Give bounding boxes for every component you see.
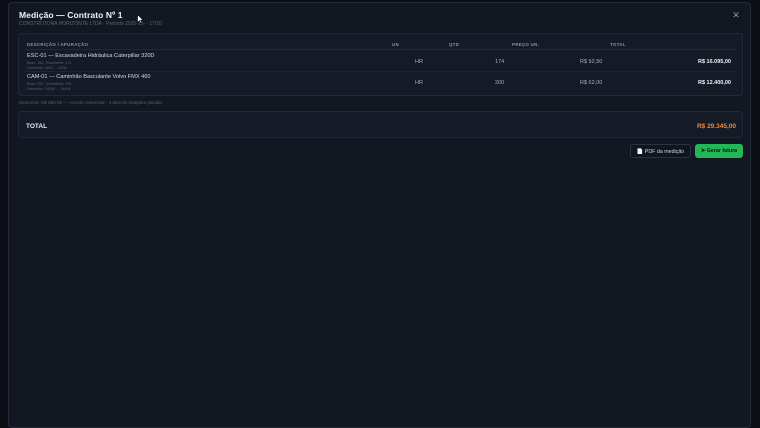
mouse-cursor-icon	[137, 14, 144, 24]
item-unit-price: R$ 92,50	[580, 59, 603, 65]
item-meta: Horímetro: 34208 → 34408	[27, 86, 71, 91]
discount-note: Desconto: R$ 850,00 — Acordo comercial -…	[19, 100, 162, 105]
col-header-total: TOTAL	[610, 42, 626, 47]
item-qty: 200	[495, 80, 505, 86]
col-header-qty: QTD	[449, 42, 460, 47]
modal-title: Medição — Contrato Nº 1	[19, 10, 123, 20]
item-name: CAM-01 — Caminhão Basculante Volvo FMX 4…	[27, 74, 151, 80]
total-summary: TOTAL R$ 29.345,00	[18, 111, 743, 138]
col-header-unit-price: PREÇO UN.	[512, 42, 540, 47]
item-total: R$ 16.095,00	[697, 59, 731, 65]
item-qty: 174	[495, 59, 505, 65]
item-unit: HR	[415, 80, 423, 86]
total-label: TOTAL	[26, 123, 48, 130]
pdf-button[interactable]: 📄 PDF da medição	[630, 144, 691, 158]
item-meta: Base: 164 · Excedente: 174	[27, 61, 72, 65]
table-row: ESC-01 — Escavadeira Hidráulica Caterpil…	[19, 51, 742, 72]
header-divider	[25, 49, 736, 50]
item-meta: Base: 200 · Excedente: 200	[27, 82, 72, 86]
total-value: R$ 29.345,00	[696, 123, 736, 130]
close-icon[interactable]: ✕	[731, 10, 741, 20]
col-header-unit: UN	[392, 42, 399, 47]
item-unit: HR	[415, 59, 423, 65]
items-table: DESCRIÇÃO / APURAÇÃO UN QTD PREÇO UN. TO…	[18, 33, 743, 96]
item-meta: Horímetro: 4832 → 5006	[27, 65, 67, 70]
item-total: R$ 12.400,00	[697, 80, 731, 86]
item-unit-price: R$ 62,00	[580, 80, 603, 86]
col-header-description: DESCRIÇÃO / APURAÇÃO	[27, 42, 89, 47]
table-row: CAM-01 — Caminhão Basculante Volvo FMX 4…	[19, 72, 742, 93]
generate-invoice-button[interactable]: ➤ Gerar fatura	[695, 144, 743, 158]
item-name: ESC-01 — Escavadeira Hidráulica Caterpil…	[27, 53, 155, 59]
measurement-modal: Medição — Contrato Nº 1 CONSTRUTORA HORI…	[8, 2, 751, 428]
